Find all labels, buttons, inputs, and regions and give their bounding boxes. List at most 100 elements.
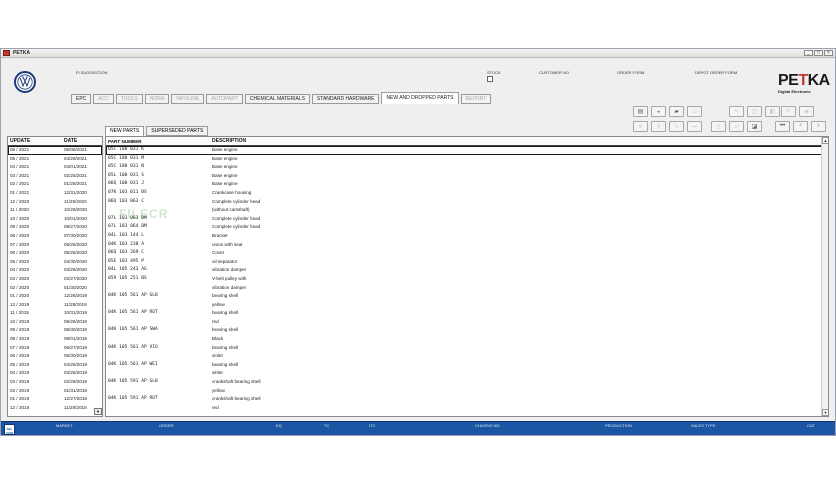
- update-row[interactable]: 09 / 2020 08/27/2020: [8, 223, 102, 232]
- options-icon[interactable]: ◈: [799, 106, 814, 117]
- description-header[interactable]: DESCRIPTION: [210, 137, 828, 145]
- part-row[interactable]: white: [106, 369, 828, 378]
- part-row[interactable]: 04K 105 591 AP ROT crankshaft bearing she…: [106, 395, 828, 404]
- update-row[interactable]: 07 / 2019 06/27/2019: [8, 344, 102, 353]
- tab-nora[interactable]: NORA: [144, 94, 170, 104]
- maximize-button[interactable]: □: [814, 50, 823, 56]
- part-row[interactable]: yellow: [106, 301, 828, 310]
- tab-epc[interactable]: EPC: [71, 94, 92, 104]
- graph-icon[interactable]: ∿: [669, 121, 684, 132]
- update-row[interactable]: 04 / 2019 03/28/2019: [8, 369, 102, 378]
- update-row[interactable]: 10 / 2019 09/26/2019: [8, 318, 102, 327]
- part-row[interactable]: 04K 105 561 AP GLB bearing shell: [106, 292, 828, 301]
- update-row[interactable]: 02 / 2020 01/30/2020: [8, 284, 102, 293]
- update-row[interactable]: 03 / 2021 02/25/2021: [8, 172, 102, 181]
- part-row[interactable]: 04L 105 243 AG vibration damper: [106, 266, 828, 275]
- part-row[interactable]: yellow: [106, 387, 828, 396]
- part-row[interactable]: 07L 103 064 BM Complete cylinder head: [106, 223, 828, 232]
- update-row[interactable]: 08 / 2020 07/30/2020: [8, 232, 102, 241]
- cart-add-icon[interactable]: ◫: [747, 106, 762, 117]
- part-row[interactable]: 04K 103 230 A union with seal: [106, 241, 828, 250]
- tab-report[interactable]: REPORT: [460, 94, 492, 104]
- part-row[interactable]: vibration damper: [106, 284, 828, 293]
- date-header[interactable]: DATE: [56, 137, 100, 145]
- scroll-up-icon[interactable]: ▲: [822, 137, 828, 144]
- doc-icon[interactable]: ▯: [711, 121, 726, 132]
- tab-chemical-materials[interactable]: CHEMICAL MATERIALS: [244, 94, 310, 104]
- prev-icon[interactable]: ⏴: [793, 121, 808, 132]
- next-icon[interactable]: ⏵: [811, 121, 826, 132]
- update-row[interactable]: 06 / 2020 05/28/2020: [8, 249, 102, 258]
- part-row[interactable]: 04L 103 144 L Bracket: [106, 232, 828, 241]
- part-row[interactable]: 04K 105 591 AP GLB crankshaft bearing she…: [106, 378, 828, 387]
- update-row[interactable]: 02 / 2021 01/28/2021: [8, 180, 102, 189]
- part-row[interactable]: red: [106, 318, 828, 327]
- update-row[interactable]: 05 / 2021 04/29/2021: [8, 155, 102, 164]
- tab-autopart[interactable]: AUTOPART: [206, 94, 243, 104]
- part-row[interactable]: 04K 105 561 AP VIO bearing shell: [106, 344, 828, 353]
- part-row[interactable]: 04K 105 561 AP WEI bearing shell: [106, 361, 828, 370]
- scroll-down-icon[interactable]: ▼: [822, 409, 828, 416]
- update-row[interactable]: 12 / 2019 11/28/2019: [8, 301, 102, 310]
- update-row[interactable]: 06 / 2021 05/06/2021: [8, 146, 102, 155]
- cursor-icon[interactable]: ↖: [729, 106, 744, 117]
- update-row[interactable]: 12 / 2020 11/26/2020: [8, 198, 102, 207]
- update-header[interactable]: UPDATE: [8, 137, 56, 145]
- parts-scrollbar[interactable]: ▲ ▼: [821, 137, 828, 416]
- update-row[interactable]: 01 / 2020 12/26/2019: [8, 292, 102, 301]
- tab-standard-hardware[interactable]: STANDARD HARDWARE: [311, 94, 380, 104]
- update-row[interactable]: 11 / 2020 10/29/2020: [8, 206, 102, 215]
- update-row[interactable]: 10 / 2020 10/01/2020: [8, 215, 102, 224]
- part-number-header[interactable]: PART NUMBER: [106, 137, 210, 145]
- part-row[interactable]: 05C 100 031 N Base engine: [106, 163, 828, 172]
- update-row[interactable]: 05 / 2020 04/30/2020: [8, 258, 102, 267]
- update-row[interactable]: 07 / 2020 06/25/2020: [8, 241, 102, 250]
- update-row[interactable]: 05 / 2019 04/25/2019: [8, 361, 102, 370]
- part-row[interactable]: 06Q 103 063 C Complete cylinder head: [106, 198, 828, 207]
- minimize-button[interactable]: _: [804, 50, 813, 56]
- part-row[interactable]: 06Q 103 269 C Cover: [106, 249, 828, 258]
- tab-infoline[interactable]: INFOLINE: [171, 94, 205, 104]
- part-row[interactable]: violet: [106, 352, 828, 361]
- print-icon[interactable]: ▤: [633, 106, 648, 117]
- part-row[interactable]: 05C 100 031 M Base engine: [106, 155, 828, 164]
- car-icon[interactable]: ◒: [651, 106, 666, 117]
- cart-icon[interactable]: ◧: [765, 106, 780, 117]
- part-row[interactable]: 07L 103 063 BM Complete cylinder head: [106, 215, 828, 224]
- car-side-icon[interactable]: ▰: [669, 106, 684, 117]
- cart-view-icon[interactable]: ◪: [747, 121, 762, 132]
- update-row[interactable]: 08 / 2019 08/01/2019: [8, 335, 102, 344]
- part-row[interactable]: 07K 103 011 BS Crankcase housing: [106, 189, 828, 198]
- chevron-down-icon[interactable]: ▼: [94, 408, 102, 415]
- update-row[interactable]: 04 / 2021 04/01/2021: [8, 163, 102, 172]
- stock-checkbox[interactable]: [487, 76, 493, 82]
- update-row[interactable]: 12 / 2018 11/29/2018: [8, 404, 102, 413]
- update-row[interactable]: 06 / 2019 05/30/2019: [8, 352, 102, 361]
- close-button[interactable]: ×: [824, 50, 833, 56]
- tab-acc[interactable]: ACC: [93, 94, 114, 104]
- note-icon[interactable]: ▱: [729, 121, 744, 132]
- update-row[interactable]: 01 / 2019 12/27/2018: [8, 395, 102, 404]
- key-icon[interactable]: ⚷: [651, 121, 666, 132]
- part-row[interactable]: 06Q 100 031 J Base engine: [106, 180, 828, 189]
- wrench-icon[interactable]: ✎: [781, 106, 796, 117]
- part-row[interactable]: 04K 105 561 AP ROT bearing shell: [106, 309, 828, 318]
- part-row[interactable]: 05E 103 495 P oil separator: [106, 258, 828, 267]
- part-row[interactable]: (without camshaft): [106, 206, 828, 215]
- update-row[interactable]: 03 / 2020 02/27/2020: [8, 275, 102, 284]
- part-row[interactable]: 04K 105 561 AP SWA bearing shell: [106, 326, 828, 335]
- update-row[interactable]: 03 / 2019 02/28/2019: [8, 378, 102, 387]
- window-icon[interactable]: ▭: [687, 106, 702, 117]
- part-row[interactable]: red: [106, 404, 828, 413]
- tab-tools[interactable]: TOOLS: [115, 94, 143, 104]
- part-row[interactable]: 05C 100 031 K Base engine: [106, 146, 828, 155]
- list-icon[interactable]: ≡: [633, 121, 648, 132]
- update-row[interactable]: 09 / 2019 08/30/2019: [8, 326, 102, 335]
- update-row[interactable]: 01 / 2021 12/31/2020: [8, 189, 102, 198]
- part-row[interactable]: 059 105 251 BS V-belt pulley with: [106, 275, 828, 284]
- update-row[interactable]: 04 / 2020 03/26/2020: [8, 266, 102, 275]
- part-row[interactable]: Black: [106, 335, 828, 344]
- arrow-icon[interactable]: ↦: [687, 121, 702, 132]
- tab-new-and-dropped-parts[interactable]: NEW AND DROPPED PARTS: [381, 92, 459, 104]
- tab-superseded-parts[interactable]: SUPERSEDED PARTS: [146, 126, 209, 136]
